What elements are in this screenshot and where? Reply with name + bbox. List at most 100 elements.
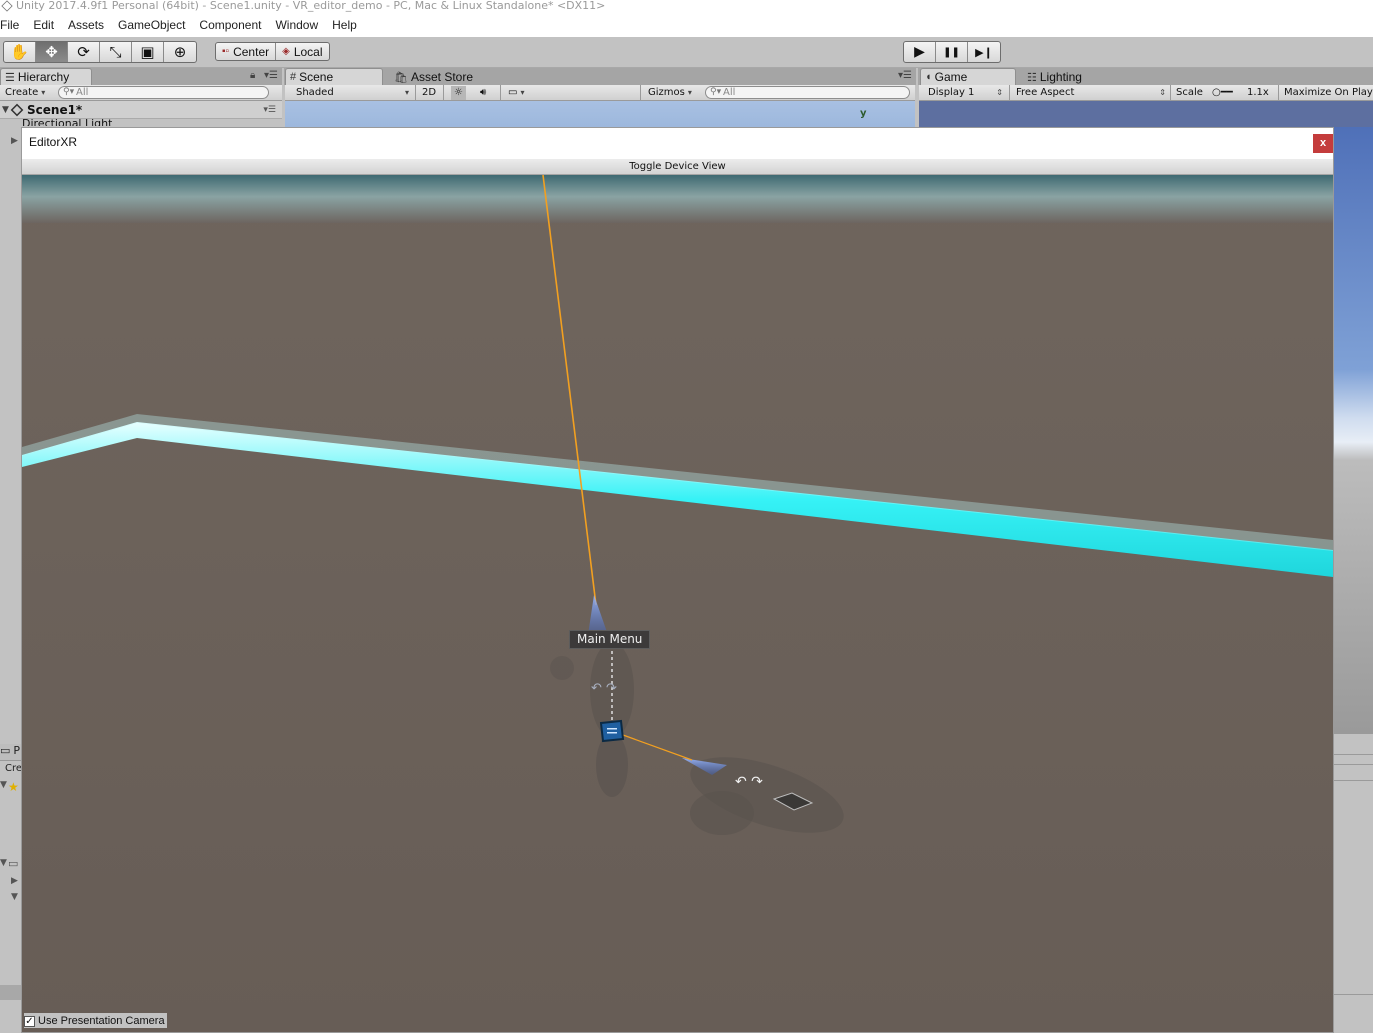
menu-file[interactable]: File xyxy=(0,18,26,32)
swap-arrows-icon: ↶ ↷ xyxy=(735,774,763,790)
close-icon: x xyxy=(1319,137,1327,149)
tab-game[interactable]: ◖ Game xyxy=(920,68,1016,85)
create-dropdown[interactable]: Create ▾ xyxy=(2,86,48,100)
menu-edit[interactable]: Edit xyxy=(26,18,61,32)
lighting-tab-label: Lighting xyxy=(1039,70,1082,84)
divider xyxy=(1334,764,1373,765)
left-controller-handle xyxy=(596,733,628,797)
tab-asset-store[interactable]: 🛍︎ Asset Store xyxy=(389,68,489,85)
scene-audio-toggle[interactable]: 🔊︎ xyxy=(477,86,489,100)
hierarchy-item-directional-light[interactable]: Directional Light xyxy=(22,119,112,126)
checkbox-icon[interactable]: ✓ xyxy=(24,1015,35,1027)
dropdown-arrow-icon: ▾ xyxy=(687,88,692,97)
list-icon: ☰ xyxy=(5,71,15,84)
scale-value: 1.1x xyxy=(1247,87,1269,98)
pivot-rotation-button[interactable]: ◈ Local xyxy=(276,43,328,60)
step-icon: ▶❙ xyxy=(975,45,993,59)
rect-tool-button[interactable]: ▣ xyxy=(132,42,164,62)
menu-help[interactable]: Help xyxy=(325,18,364,32)
tab-lighting[interactable]: ☷ Lighting xyxy=(1022,68,1112,85)
menu-cube-line xyxy=(607,728,617,730)
tab-scene[interactable]: # Scene xyxy=(285,68,383,85)
pause-icon: ❚❚ xyxy=(943,46,960,58)
mode-2d-button[interactable]: 2D xyxy=(419,86,439,100)
dropdown-arrow-icon: ▾ xyxy=(404,88,409,97)
pacman-icon: ◖ xyxy=(925,71,932,83)
play-controls: ▶ ❚❚ ▶❙ xyxy=(903,41,1001,63)
aspect-dropdown[interactable]: Free Aspect ⇕ xyxy=(1013,86,1168,100)
transform-tools: ✋ ✥ ⟳ ⤡ ▣ ⊕ xyxy=(3,41,197,63)
rotate-tool-button[interactable]: ⟳ xyxy=(68,42,100,62)
editorxr-title-bar[interactable]: EditorXR x xyxy=(22,128,1333,159)
scale-slider[interactable]: ○━━ xyxy=(1209,86,1236,100)
hierarchy-search-placeholder: All xyxy=(76,87,89,98)
menu-window[interactable]: Window xyxy=(268,18,325,32)
game-subbar: Display 1 ⇕ Free Aspect ⇕ Scale ○━━ 1.1x M… xyxy=(919,85,1373,101)
editorxr-title: EditorXR xyxy=(29,135,78,149)
dropdown-arrow-icon: ▾ xyxy=(520,88,525,97)
scale-icon: ⤡ xyxy=(109,43,122,61)
step-button[interactable]: ▶❙ xyxy=(968,42,1000,62)
tab-project[interactable]: ▭ P xyxy=(0,744,21,761)
scale-tool-button[interactable]: ⤡ xyxy=(100,42,132,62)
vr-viewport[interactable]: ↶ ↷ ↶ ↷ Main Menu ✓ Use Presentation Cam… xyxy=(22,175,1333,1032)
panel-menu-icon[interactable]: ▾☰ xyxy=(898,70,912,81)
presentation-camera-toggle[interactable]: ✓ Use Presentation Camera xyxy=(24,1013,167,1028)
scene-lighting-toggle[interactable]: ☼ xyxy=(451,86,466,100)
move-tool-button[interactable]: ✥ xyxy=(36,42,68,62)
game-tab-row: ◖ Game ☷ Lighting xyxy=(918,68,1373,85)
divider xyxy=(1334,754,1373,755)
expand-arrow-icon[interactable]: ▶ xyxy=(11,876,18,886)
expand-arrow-icon[interactable]: ▼ xyxy=(11,892,18,902)
scene-search-input[interactable]: ⚲▾ All xyxy=(705,86,910,99)
pivot-center-icon: ▪▫ xyxy=(222,46,230,57)
menu-cube-line xyxy=(607,732,617,734)
scene-orientation-gizmo[interactable]: y xyxy=(860,108,867,119)
scene-effects-dropdown[interactable]: ▭ ▾ xyxy=(505,86,527,100)
display-dropdown[interactable]: Display 1 ⇕ xyxy=(925,86,1005,100)
panel-menu-icon[interactable]: ▾☰ xyxy=(264,70,278,81)
search-icon: ⚲▾ xyxy=(63,87,75,97)
pause-button[interactable]: ❚❚ xyxy=(936,42,968,62)
toggle-device-view-button[interactable]: Toggle Device View xyxy=(22,159,1333,175)
hand-tool-button[interactable]: ✋ xyxy=(4,42,36,62)
menu-assets[interactable]: Assets xyxy=(61,18,111,32)
game-view-visible-edge xyxy=(1334,127,1373,733)
hierarchy-tab-row: ☰ Hierarchy 🔒︎ ▾☰ xyxy=(0,68,282,85)
store-bag-icon: 🛍︎ xyxy=(394,71,408,84)
search-icon: ⚲▾ xyxy=(710,87,722,97)
hierarchy-search-input[interactable]: ⚲▾ All xyxy=(58,86,269,99)
close-button[interactable]: x xyxy=(1313,134,1333,153)
image-icon: ▭ xyxy=(508,87,518,98)
rotate-icon: ⟳ xyxy=(77,43,90,61)
shading-mode-label: Shaded xyxy=(296,87,334,98)
maximize-on-play-toggle[interactable]: Maximize On Play xyxy=(1281,86,1373,100)
menu-gameobject[interactable]: GameObject xyxy=(111,18,192,32)
left-controller-knob xyxy=(550,656,574,680)
lock-icon[interactable]: 🔒︎ xyxy=(250,70,255,81)
dropdown-arrow-icon: ⇕ xyxy=(1159,88,1166,97)
project-create-label[interactable]: Cre xyxy=(5,763,22,774)
tab-hierarchy[interactable]: ☰ Hierarchy xyxy=(0,68,92,85)
gizmos-dropdown[interactable]: Gizmos ▾ xyxy=(645,86,695,100)
play-button[interactable]: ▶ xyxy=(904,42,936,62)
pivot-mode-button[interactable]: ▪▫ Center xyxy=(216,43,277,60)
hand-icon: ✋ xyxy=(10,43,29,61)
project-panel-edge: ▭ P Cre ▼ ★ ▼ ▭ ▶ ▼ xyxy=(0,740,22,1033)
expand-arrow-icon[interactable]: ▼ xyxy=(0,780,7,790)
main-menu-label[interactable]: Main Menu xyxy=(569,630,651,649)
scene-view[interactable] xyxy=(285,101,915,127)
menu-component[interactable]: Component xyxy=(192,18,268,32)
transform-tool-button[interactable]: ⊕ xyxy=(164,42,196,62)
folder-icon: ▭ xyxy=(0,744,11,757)
expand-arrow-icon[interactable]: ▼ xyxy=(0,858,7,868)
shading-mode-dropdown[interactable]: Shaded ▾ xyxy=(293,86,411,100)
menu-cube-icon[interactable] xyxy=(599,719,625,743)
scene-menu-icon[interactable]: ▾☰ xyxy=(263,101,276,119)
expand-arrow-icon[interactable]: ▼ xyxy=(2,101,9,119)
hierarchy-scene-row[interactable]: ▼ Scene1* ▾☰ xyxy=(0,101,282,119)
divider xyxy=(640,85,641,101)
mode-2d-label: 2D xyxy=(422,87,437,98)
scene-tab-label: Scene xyxy=(299,70,334,84)
expand-arrow-icon[interactable]: ▶ xyxy=(11,136,18,146)
